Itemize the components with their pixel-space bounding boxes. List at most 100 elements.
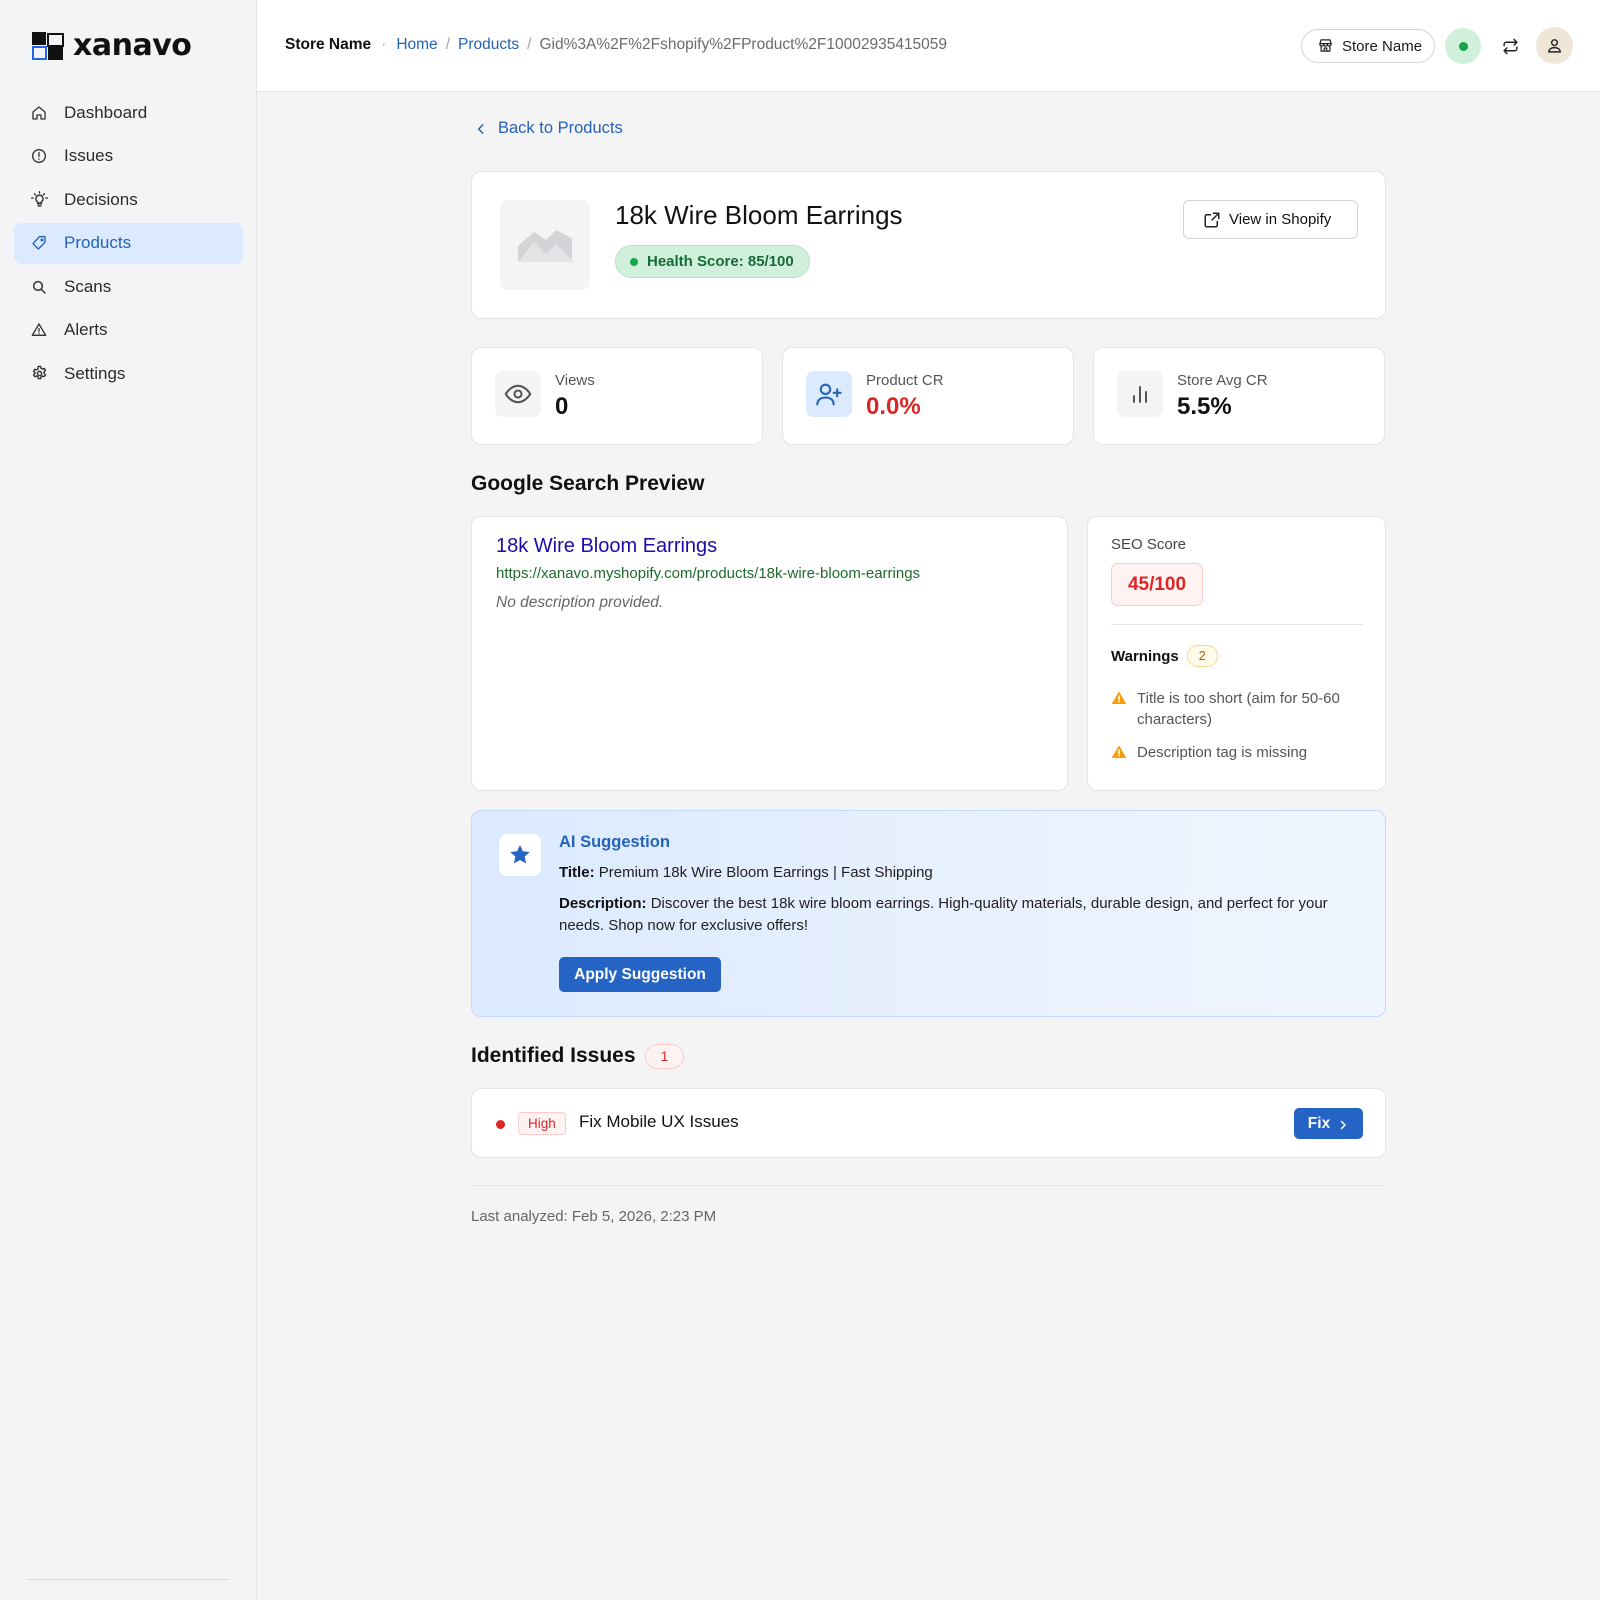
warning-icon: [1111, 690, 1127, 706]
search-preview-description: No description provided.: [496, 594, 664, 611]
apply-suggestion-button[interactable]: Apply Suggestion: [559, 957, 721, 992]
sidebar: xanavo Dashboard Issues Decisions Produc…: [0, 0, 257, 1600]
store-pill-label: Store Name: [1342, 37, 1423, 55]
store-selector-button[interactable]: Store Name: [1301, 29, 1435, 63]
stat-value: 0: [555, 393, 569, 420]
warnings-heading: Warnings 2: [1111, 645, 1218, 667]
topbar: Store Name · Home / Products / Gid%3A%2F…: [257, 0, 1600, 92]
sidebar-item-label: Alerts: [64, 320, 108, 339]
tag-icon: [30, 234, 48, 252]
warning-triangle-icon: [30, 321, 48, 339]
sync-icon: [1502, 38, 1518, 54]
eye-icon: [495, 371, 541, 417]
breadcrumb: Store Name · Home / Products / Gid%3A%2F…: [285, 36, 947, 54]
ai-suggestion-description-line: Description: Discover the best 18k wire …: [559, 893, 1359, 937]
health-dot-icon: [630, 257, 638, 266]
bar-chart-icon: [1117, 371, 1163, 417]
breadcrumb-separator: /: [527, 36, 532, 53]
identified-issues-heading: Identified Issues: [471, 1044, 636, 1067]
stat-label: Views: [555, 372, 595, 389]
last-analyzed-text: Last analyzed: Feb 5, 2026, 2:23 PM: [471, 1208, 717, 1225]
sidebar-item-issues[interactable]: Issues: [14, 136, 243, 177]
ai-description-label: Description:: [559, 895, 647, 912]
warning-text: Title is too short (aim for 50-60 charac…: [1137, 690, 1340, 728]
sidebar-item-label: Settings: [64, 363, 126, 383]
sidebar-nav: Dashboard Issues Decisions Products Scan…: [14, 92, 243, 397]
seo-divider: [1111, 624, 1363, 625]
ai-suggestion-heading: AI Suggestion: [559, 833, 670, 851]
ai-description-value: Discover the best 18k wire bloom earring…: [559, 895, 1328, 934]
warning-item: Title is too short (aim for 50-60 charac…: [1111, 688, 1366, 730]
ai-suggestion-card: AI Suggestion Title: Premium 18k Wire Bl…: [471, 810, 1386, 1017]
sidebar-item-settings[interactable]: Settings: [14, 353, 243, 394]
view-in-shopify-button[interactable]: View in Shopify: [1183, 200, 1358, 239]
product-header-card: 18k Wire Bloom Earrings Health Score: 85…: [471, 171, 1386, 319]
user-icon: [1548, 39, 1561, 53]
gear-icon: [30, 365, 48, 383]
store-name: Store Name: [285, 36, 372, 53]
sidebar-item-label: Decisions: [64, 189, 138, 209]
status-dot-icon: [1458, 41, 1468, 51]
lightbulb-icon: [30, 191, 48, 209]
fix-issue-button[interactable]: Fix: [1294, 1108, 1363, 1139]
search-preview-url: https://xanavo.myshopify.com/products/18…: [496, 565, 921, 582]
external-link-icon: [1203, 211, 1221, 229]
stat-card-store-avg-cr: Store Avg CR 5.5%: [1093, 347, 1385, 445]
sidebar-item-alerts[interactable]: Alerts: [14, 310, 243, 351]
search-preview-title[interactable]: 18k Wire Bloom Earrings: [496, 535, 717, 558]
sidebar-item-products[interactable]: Products: [14, 222, 243, 264]
breadcrumb-current: Gid%3A%2F%2Fshopify%2FProduct%2F10002935…: [539, 36, 948, 53]
home-icon: [30, 104, 48, 122]
seo-score-card: SEO Score 45/100 Warnings 2 Title is too…: [1087, 516, 1386, 791]
search-preview-card: 18k Wire Bloom Earrings https://xanavo.m…: [471, 516, 1068, 791]
health-score-badge: Health Score: 85/100: [615, 245, 810, 278]
severity-badge: High: [518, 1112, 566, 1135]
logo-mark-icon: [32, 32, 64, 60]
breadcrumb-separator: /: [445, 36, 450, 53]
ai-title-label: Title:: [559, 864, 595, 881]
user-avatar-button[interactable]: [1536, 27, 1573, 64]
stat-card-views: Views 0: [471, 347, 763, 445]
warnings-count-badge: 2: [1186, 645, 1218, 667]
stat-label: Product CR: [866, 372, 944, 389]
sidebar-item-label: Scans: [64, 276, 112, 296]
product-image-placeholder: [500, 200, 590, 290]
sidebar-divider: [27, 1579, 229, 1580]
sync-button[interactable]: [1494, 30, 1526, 62]
sidebar-item-label: Products: [64, 233, 132, 252]
user-plus-icon: [806, 371, 852, 417]
product-title: 18k Wire Bloom Earrings: [615, 200, 903, 230]
ai-suggestion-title-line: Title: Premium 18k Wire Bloom Earrings |…: [559, 864, 933, 881]
stat-label: Store Avg CR: [1177, 372, 1268, 389]
warnings-label: Warnings: [1111, 647, 1179, 665]
back-link-label: Back to Products: [498, 119, 623, 137]
issue-row: High Fix Mobile UX Issues Fix: [471, 1088, 1386, 1158]
star-icon: [499, 834, 541, 876]
breadcrumb-home-link[interactable]: Home: [396, 36, 437, 54]
sidebar-item-decisions[interactable]: Decisions: [14, 179, 243, 220]
brand-logo[interactable]: xanavo: [31, 31, 192, 61]
footer-divider: [471, 1185, 1386, 1186]
chevron-right-icon: [1337, 1118, 1349, 1130]
sidebar-item-scans[interactable]: Scans: [14, 266, 243, 307]
sidebar-item-label: Dashboard: [64, 102, 148, 122]
back-to-products-link[interactable]: Back to Products: [474, 119, 623, 138]
view-in-shopify-label: View in Shopify: [1229, 211, 1332, 228]
image-placeholder-icon: [518, 228, 572, 262]
search-preview-heading: Google Search Preview: [471, 472, 705, 495]
warning-item: Description tag is missing: [1111, 742, 1366, 763]
issues-count-badge: 1: [645, 1044, 684, 1069]
seo-score-label: SEO Score: [1111, 536, 1187, 553]
sidebar-item-dashboard[interactable]: Dashboard: [14, 92, 243, 133]
connection-status-indicator[interactable]: [1445, 28, 1481, 64]
warning-icon: [1111, 744, 1127, 760]
breadcrumb-products-link[interactable]: Products: [458, 36, 519, 54]
health-score-text: Health Score: 85/100: [647, 253, 794, 270]
fix-button-label: Fix: [1307, 1114, 1331, 1132]
seo-score-badge: 45/100: [1111, 563, 1203, 606]
stat-value: 5.5%: [1177, 393, 1232, 420]
chevron-left-icon: [474, 122, 488, 136]
stat-value: 0.0%: [866, 393, 921, 420]
warning-text: Description tag is missing: [1137, 744, 1308, 761]
search-icon: [30, 278, 48, 296]
